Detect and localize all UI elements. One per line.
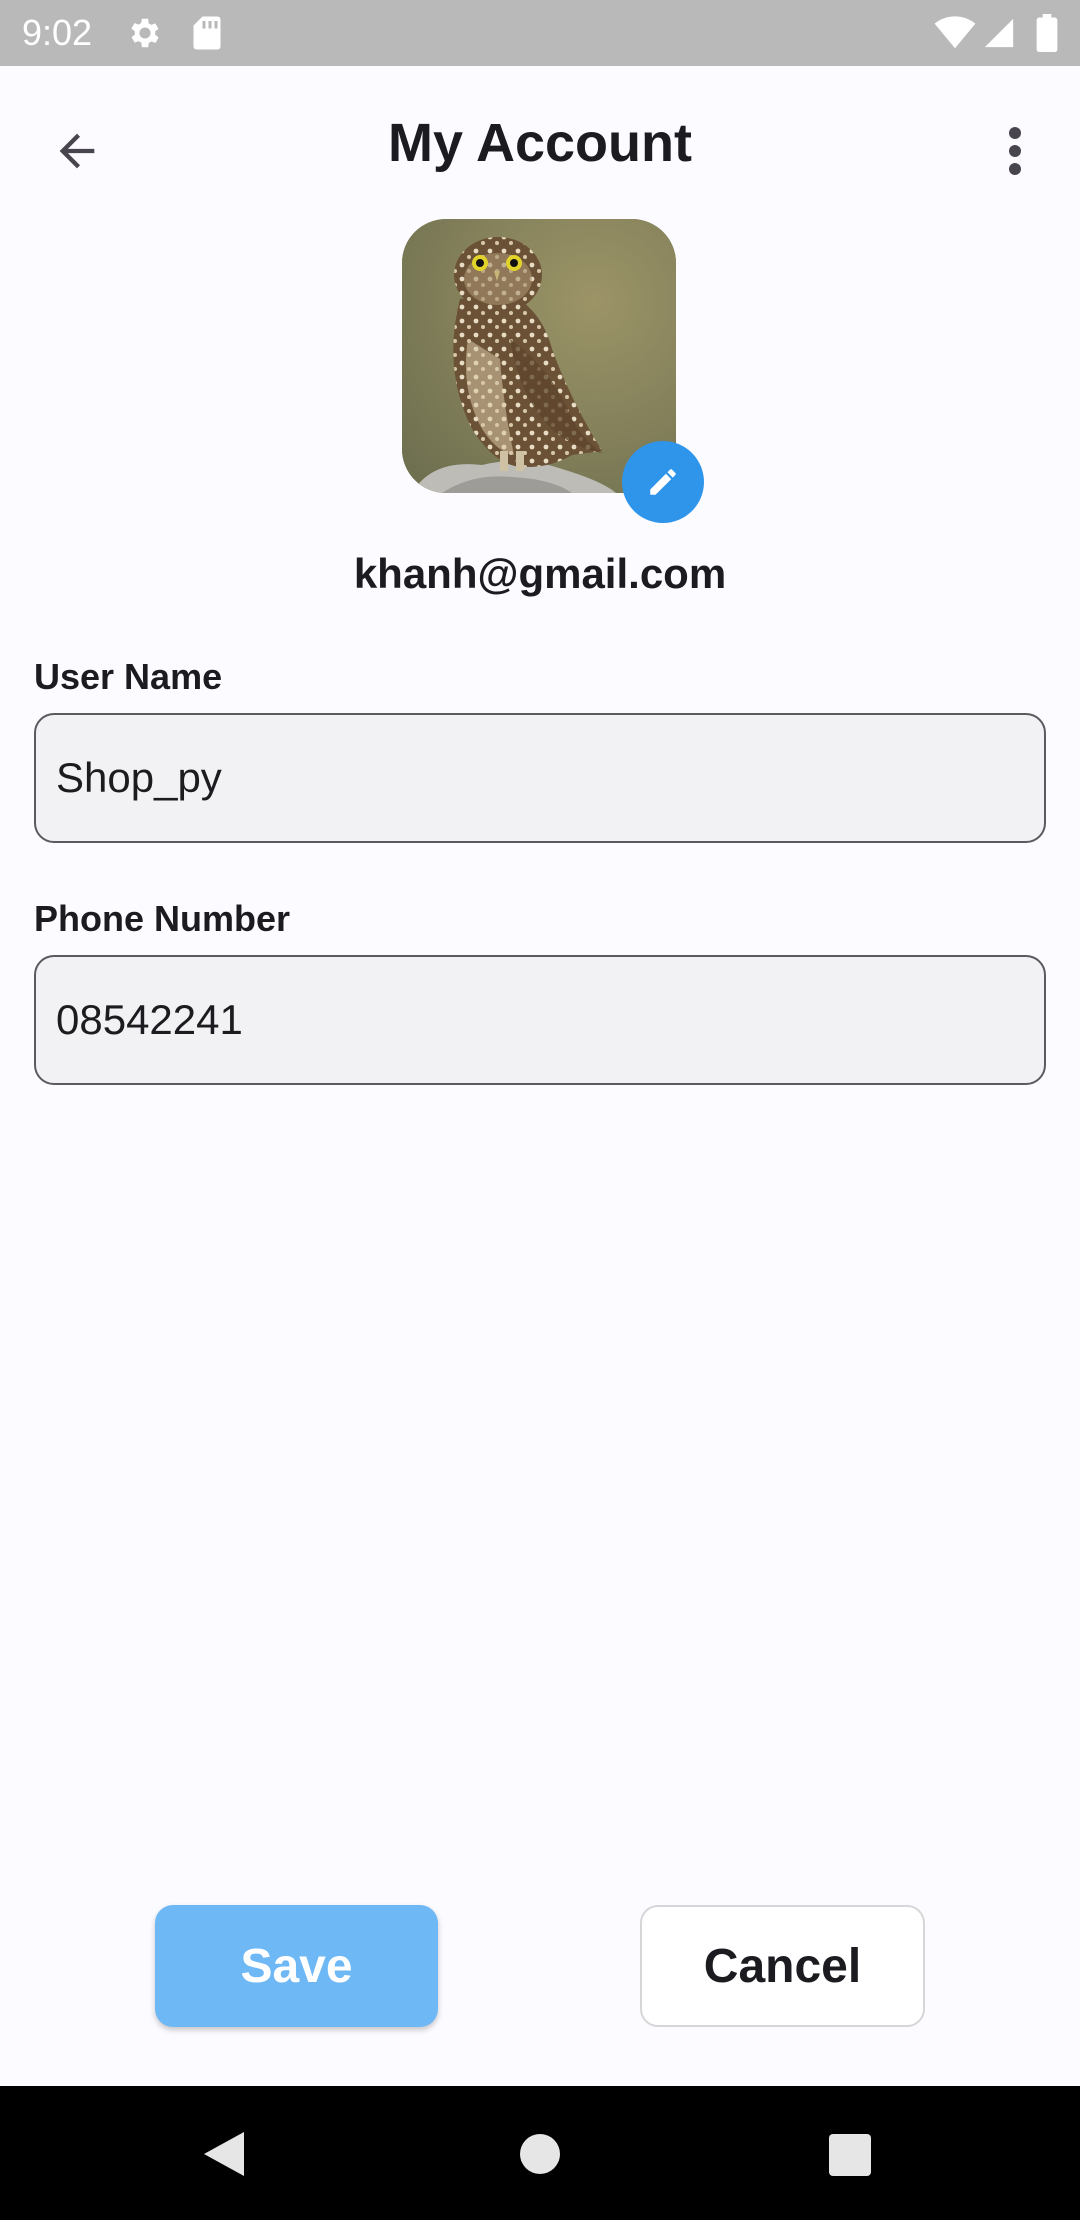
username-label: User Name [34,656,223,697]
phone-label: Phone Number [34,898,291,939]
status-bar: 9:02 [0,0,1080,66]
avatar-container [402,219,708,525]
phone-value: 08542241 [56,996,243,1043]
account-screen: 9:02 My Account khanh@gmail.com User Nam… [0,0,1080,2220]
more-options-button[interactable] [980,114,1050,188]
page-title: My Account [387,113,692,173]
nav-home-icon[interactable] [520,2134,560,2174]
more-vert-icon [1009,127,1021,175]
username-input[interactable]: Shop_py [34,713,1046,843]
wifi-icon [934,16,976,49]
app-bar: My Account [0,66,1080,216]
nav-back-icon[interactable] [202,2130,246,2178]
sd-card-icon [193,16,221,50]
cancel-button[interactable]: Cancel [640,1905,925,2027]
pencil-icon [650,469,676,495]
username-value: Shop_py [56,754,222,801]
save-button[interactable]: Save [155,1905,438,2027]
system-nav-bar [0,2086,1080,2220]
battery-icon [1036,14,1058,52]
gear-icon [131,18,159,48]
nav-recents-icon[interactable] [829,2134,871,2176]
phone-input[interactable]: 08542241 [34,955,1046,1085]
status-time: 9:02 [22,12,93,53]
signal-icon [984,18,1014,48]
edit-avatar-button[interactable] [622,441,704,523]
account-email: khanh@gmail.com [353,550,727,597]
